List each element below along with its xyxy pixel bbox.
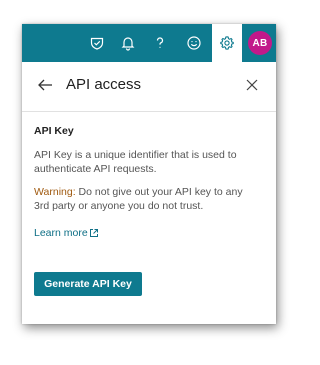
- api-key-description: API Key is a unique identifier that is u…: [34, 149, 237, 175]
- learn-more-label: Learn more: [34, 227, 88, 239]
- warning-label: Warning:: [34, 186, 76, 198]
- learn-more-link[interactable]: Learn more: [34, 227, 99, 239]
- feedback-button[interactable]: [179, 24, 209, 62]
- top-bar: AB: [22, 24, 276, 62]
- arrow-left-icon[interactable]: [36, 76, 54, 94]
- api-key-heading: API Key: [34, 125, 74, 137]
- settings-button[interactable]: [212, 24, 242, 62]
- api-key-warning: Warning: Do not give out your API key to…: [34, 185, 260, 213]
- external-link-icon: [89, 229, 98, 237]
- close-icon[interactable]: [245, 78, 259, 92]
- avatar[interactable]: AB: [248, 31, 272, 55]
- shield-icon: [90, 37, 104, 50]
- window-frame: AB API access API Key API Key is a uniqu…: [22, 24, 276, 324]
- generate-api-key-button[interactable]: Generate API Key: [34, 272, 142, 296]
- shield-button[interactable]: [82, 24, 112, 62]
- gear-icon: [220, 36, 234, 50]
- notifications-button[interactable]: [113, 24, 143, 62]
- panel-header: API access: [22, 62, 276, 112]
- help-button[interactable]: [145, 24, 175, 62]
- help-icon: [156, 37, 164, 48]
- panel-title: API access: [66, 76, 142, 93]
- avatar-initials: AB: [252, 37, 268, 49]
- bell-icon: [121, 37, 135, 51]
- smiley-icon: [187, 36, 201, 50]
